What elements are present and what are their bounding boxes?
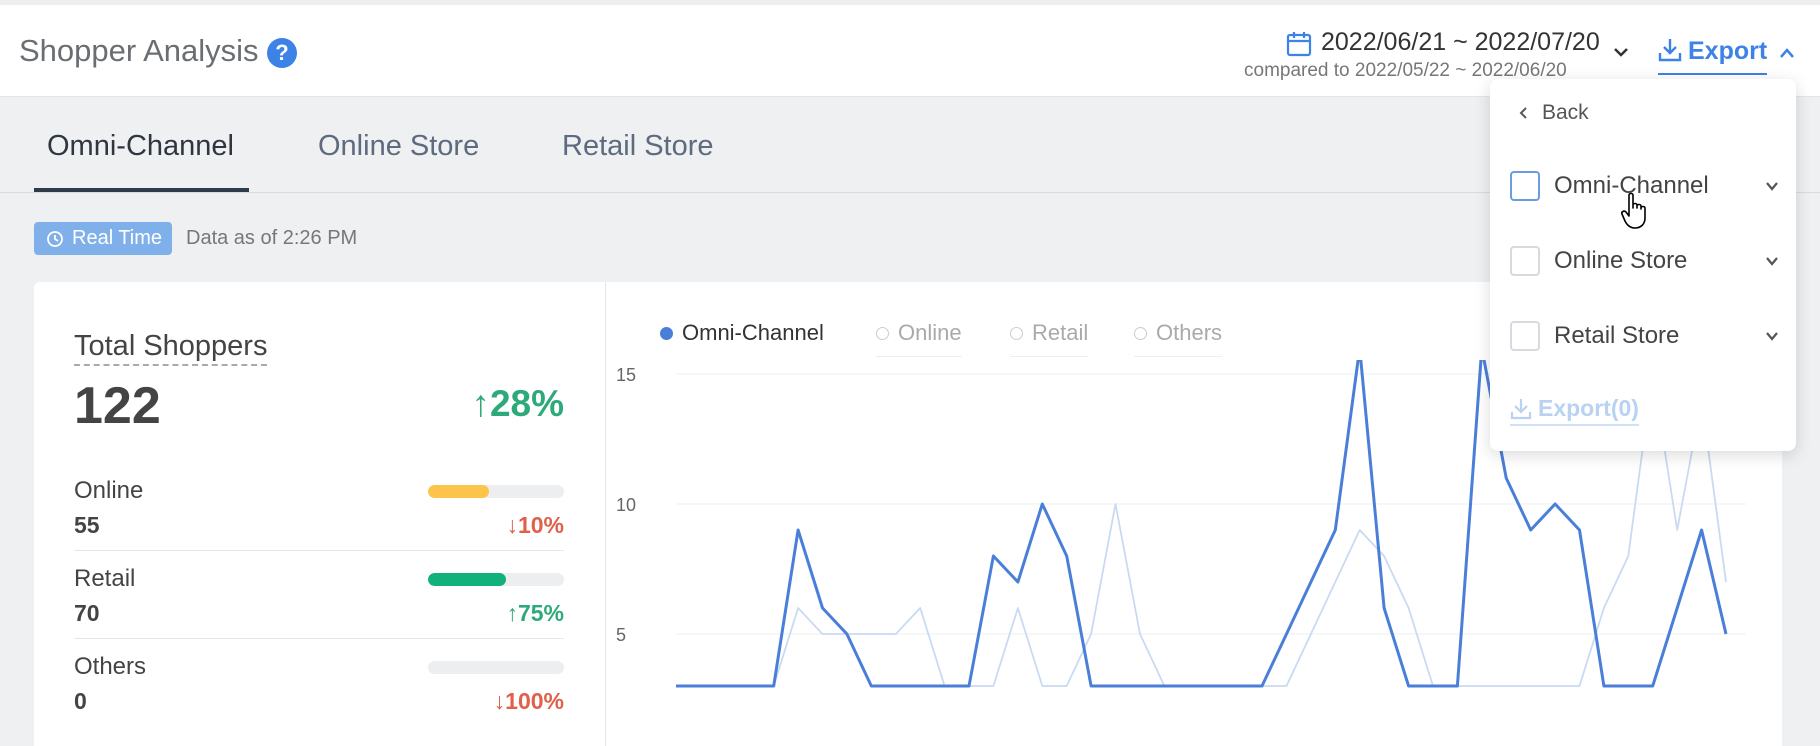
back-button[interactable]: Back	[1518, 101, 1589, 125]
checkbox[interactable]	[1510, 171, 1540, 201]
hand-cursor-icon	[1621, 192, 1646, 229]
metric-retail-value: 70	[74, 600, 100, 626]
y-tick-label: 15	[616, 365, 636, 385]
legend-dot-icon	[1134, 326, 1147, 340]
export-button[interactable]: Export	[1658, 37, 1768, 75]
legend-label: Online	[898, 320, 962, 345]
metric-online-change: ↓10%	[506, 512, 564, 538]
metric-online-value: 55	[74, 512, 100, 538]
y-tick-label: 10	[616, 495, 636, 515]
history-icon	[47, 230, 63, 247]
legend-omni-channel[interactable]: Omni-Channel	[660, 320, 824, 356]
metric-retail-bar	[428, 573, 564, 586]
option-label: Omni-Channel	[1554, 172, 1709, 199]
date-range-picker[interactable]: 2022/06/21 ~ 2022/07/20	[1321, 28, 1600, 57]
active-tab-indicator	[34, 188, 249, 192]
help-icon[interactable]: ?	[267, 38, 297, 68]
arrow-up-icon: ↑	[506, 600, 518, 626]
export-selected-button[interactable]: Export(0)	[1510, 395, 1639, 426]
legend-others[interactable]: Others	[1134, 320, 1223, 357]
legend-retail[interactable]: Retail	[1010, 320, 1089, 357]
option-label: Retail Store	[1554, 322, 1680, 349]
legend-dot-icon	[660, 326, 673, 340]
chevron-down-icon[interactable]	[1764, 330, 1780, 342]
metric-online-fill	[428, 485, 490, 498]
metric-others-change: ↓100%	[493, 688, 564, 714]
tab-omni-channel[interactable]: Omni-Channel	[47, 130, 234, 163]
legend-online[interactable]: Online	[876, 320, 962, 357]
arrow-up-icon: ↑	[471, 383, 490, 424]
total-shoppers-change: ↑28%	[471, 383, 564, 424]
tab-online-store[interactable]: Online Store	[318, 130, 479, 163]
export-count-label: Export(0)	[1538, 395, 1639, 421]
divider	[74, 550, 564, 551]
chevron-down-icon[interactable]	[1612, 45, 1630, 59]
legend-label: Omni-Channel	[682, 320, 824, 345]
metric-others-name: Others	[74, 653, 147, 680]
export-option-online-store[interactable]: Online Store	[1510, 244, 1780, 278]
export-option-retail-store[interactable]: Retail Store	[1510, 319, 1780, 353]
download-icon	[1658, 39, 1682, 62]
checkbox[interactable]	[1510, 246, 1540, 276]
legend-dot-icon	[876, 326, 889, 340]
download-icon	[1510, 398, 1532, 419]
realtime-badge: Real Time	[34, 222, 172, 255]
legend-label: Others	[1156, 320, 1223, 345]
calendar-icon[interactable]	[1286, 31, 1312, 57]
metric-others-value: 0	[74, 688, 87, 714]
metric-online-bar	[428, 485, 564, 498]
checkbox[interactable]	[1510, 321, 1540, 351]
y-tick-label: 5	[616, 625, 626, 645]
chevron-down-icon[interactable]	[1764, 255, 1780, 267]
total-shoppers-value: 122	[74, 377, 161, 435]
divider	[74, 638, 564, 639]
chevron-up-icon[interactable]	[1779, 47, 1795, 59]
arrow-down-icon: ↓	[506, 512, 518, 538]
export-label: Export	[1688, 37, 1768, 65]
legend-label: Retail	[1032, 320, 1089, 345]
metric-retail-fill	[428, 573, 506, 586]
legend-dot-icon	[1010, 326, 1023, 340]
metric-retail-name: Retail	[74, 565, 136, 592]
metric-retail-change: ↑75%	[506, 600, 564, 626]
metric-online-name: Online	[74, 477, 144, 504]
back-label: Back	[1542, 101, 1589, 124]
chevron-down-icon[interactable]	[1764, 180, 1780, 192]
metric-others-bar	[428, 661, 564, 674]
page-title: Shopper Analysis	[19, 33, 259, 68]
data-timestamp: Data as of 2:26 PM	[186, 227, 358, 249]
export-dropdown: Back Omni-Channel Online Store Retail St…	[1490, 79, 1796, 451]
realtime-label: Real Time	[72, 227, 163, 249]
option-label: Online Store	[1554, 247, 1688, 274]
arrow-down-icon: ↓	[493, 688, 506, 714]
total-shoppers-label[interactable]: Total Shoppers	[74, 330, 268, 366]
tab-retail-store[interactable]: Retail Store	[562, 130, 714, 163]
chevron-left-icon	[1519, 107, 1527, 119]
